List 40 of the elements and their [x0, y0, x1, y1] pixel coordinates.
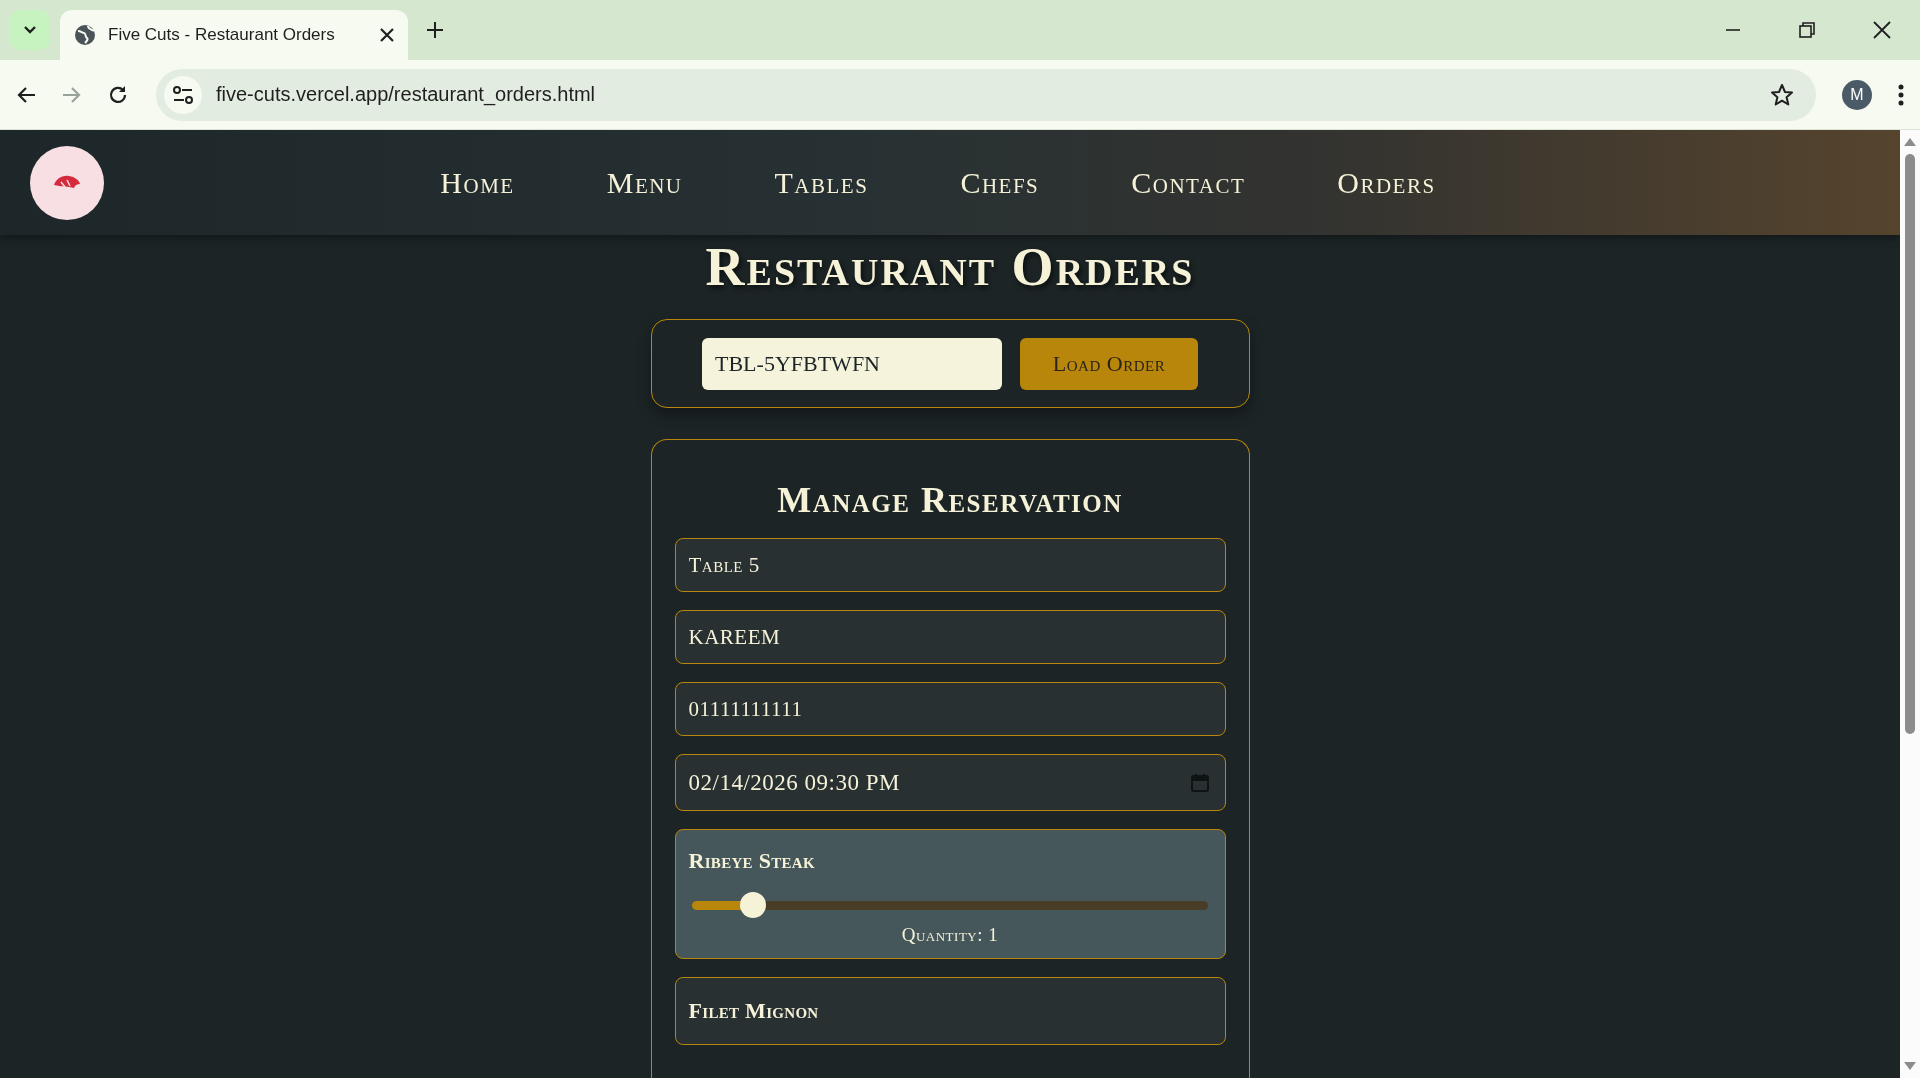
dish-name: Ribeye Steak: [688, 848, 816, 874]
nav-link[interactable]: Contact: [1131, 165, 1246, 200]
quantity-slider[interactable]: [691, 892, 1208, 918]
restore-icon[interactable]: [1799, 22, 1815, 38]
date-time-field[interactable]: 02/14/2026 09:30 PM: [674, 754, 1226, 811]
close-tab-icon[interactable]: [380, 28, 394, 42]
nav-link[interactable]: Home: [440, 165, 515, 200]
address-bar[interactable]: five-cuts.vercel.app/restaurant_orders.html: [156, 68, 1816, 121]
new-tab-icon[interactable]: [426, 21, 444, 39]
dish-card[interactable]: Filet Mignon: [674, 977, 1226, 1045]
chevron-down-icon: [23, 25, 37, 35]
text-field[interactable]: Table 5: [674, 538, 1226, 592]
nav-link[interactable]: Menu: [606, 165, 683, 200]
nav-link[interactable]: Orders: [1337, 165, 1436, 200]
scrollbar[interactable]: [1900, 130, 1920, 1078]
order-code-field[interactable]: TBL-5YFBTWFN: [702, 337, 1002, 390]
nav-link[interactable]: Chefs: [960, 165, 1040, 200]
text-field[interactable]: 01111111111: [674, 682, 1226, 736]
dish-card[interactable]: Ribeye Steak Quantity: 1: [674, 829, 1226, 959]
globe-icon: [74, 24, 96, 46]
close-window-icon[interactable]: [1873, 21, 1891, 39]
section-title: Manage Reservation: [776, 482, 1124, 518]
tab-title: Five Cuts - Restaurant Orders: [108, 25, 336, 45]
site-settings-icon[interactable]: [164, 75, 202, 114]
url-text: five-cuts.vercel.app/restaurant_orders.html: [216, 83, 597, 106]
load-order-button[interactable]: Load Order: [1020, 337, 1198, 390]
more-menu-icon[interactable]: [1898, 83, 1904, 106]
slider-thumb[interactable]: [740, 892, 767, 918]
nav-link[interactable]: Tables: [774, 165, 869, 200]
profile-avatar[interactable]: M: [1842, 79, 1872, 110]
scroll-down-icon[interactable]: [1904, 1062, 1916, 1070]
bookmark-star-icon[interactable]: [1770, 82, 1794, 107]
dish-name: Filet Mignon: [688, 998, 820, 1024]
scroll-up-icon[interactable]: [1904, 138, 1916, 146]
text-field[interactable]: KAREEM: [674, 610, 1226, 664]
reload-icon[interactable]: [108, 84, 128, 105]
browser-tab[interactable]: Five Cuts - Restaurant Orders: [60, 10, 408, 60]
quantity-label: Quantity: 1: [900, 924, 1000, 946]
back-icon[interactable]: [16, 85, 36, 104]
page-title: Restaurant Orders: [705, 237, 1195, 297]
